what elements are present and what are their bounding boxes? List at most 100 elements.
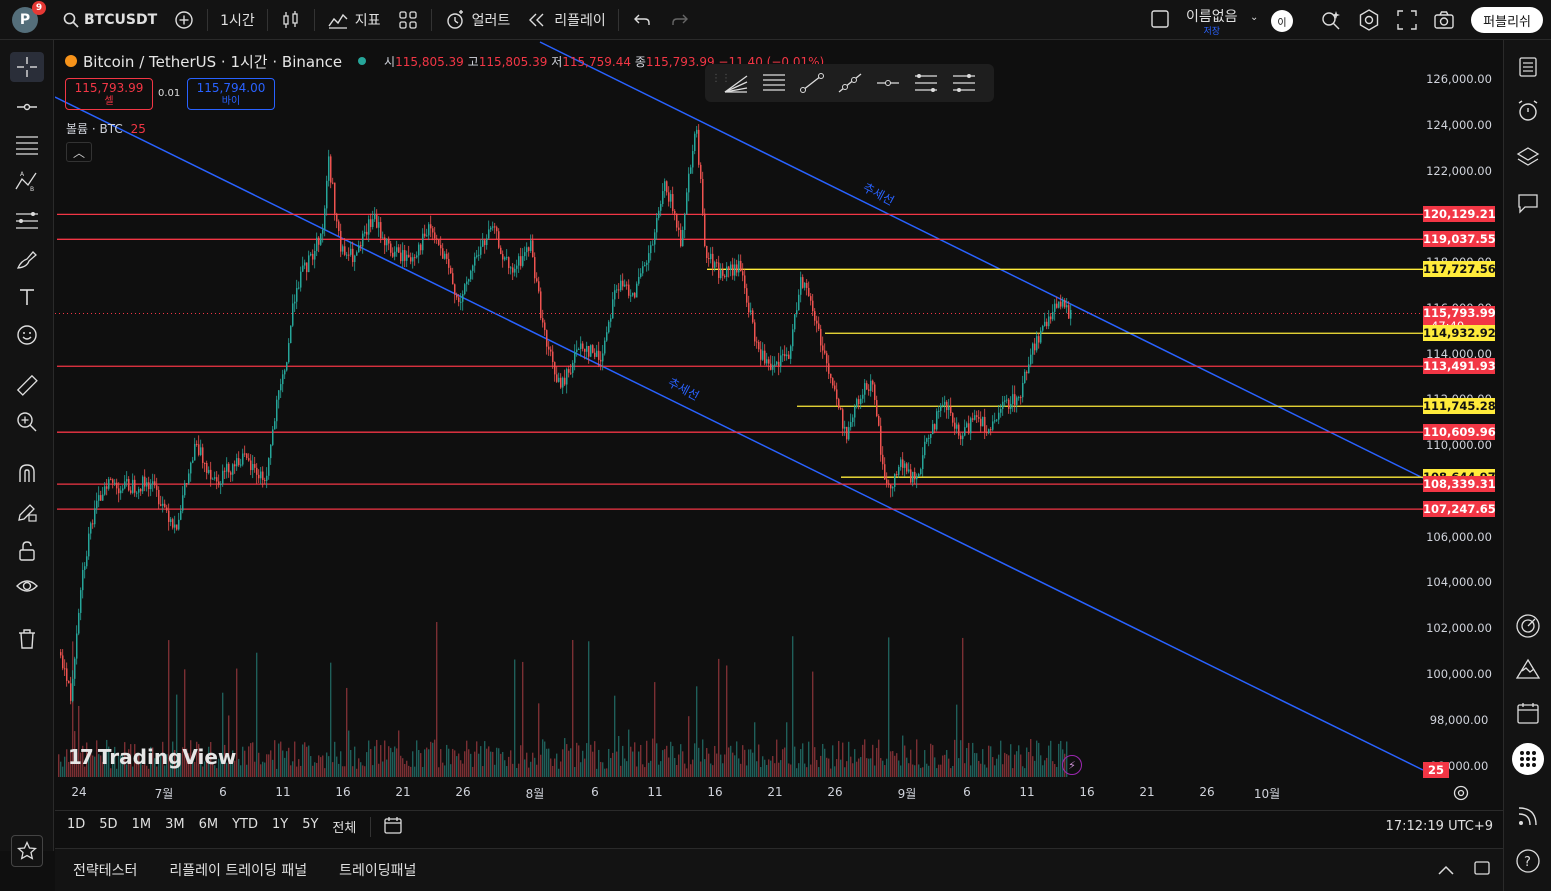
publish-button[interactable]: 퍼블리쉬 [1471, 7, 1543, 33]
prediction-tool[interactable] [10, 206, 44, 236]
layout-checkbox[interactable] [1150, 9, 1170, 33]
price-level-label[interactable]: 117,727.56 [1423, 261, 1496, 278]
interval-button[interactable]: 1시간 [212, 0, 263, 40]
range-button[interactable]: YTD [232, 817, 258, 836]
fullscreen-button[interactable] [1396, 9, 1418, 35]
volume-bar [984, 764, 986, 777]
favorites-button[interactable] [11, 835, 43, 867]
candle-body [1004, 400, 1006, 402]
price-level-label[interactable]: 108,339.31 [1423, 476, 1496, 493]
compare-button[interactable] [165, 0, 203, 40]
layout-name-button[interactable]: 이름없음 저장 [1186, 6, 1238, 37]
fib-tool[interactable] [10, 130, 44, 160]
remove-drawings-tool[interactable] [10, 624, 44, 654]
brush-tool[interactable] [10, 245, 44, 275]
signals-button[interactable] [1513, 801, 1543, 831]
undo-button[interactable] [623, 0, 661, 40]
chats-button[interactable] [1513, 188, 1543, 218]
price-level-label[interactable]: 110,609.96 [1423, 424, 1496, 441]
lock-all-tool[interactable] [10, 536, 44, 566]
crosshair-tool[interactable] [10, 52, 44, 82]
volume-bar [906, 757, 908, 777]
emoji-tool[interactable] [10, 320, 44, 350]
replay-button[interactable]: 리플레이 [518, 0, 614, 40]
watchlist-button[interactable] [1513, 52, 1543, 82]
object-tree-button[interactable] [1513, 142, 1543, 172]
ray-button[interactable] [831, 69, 869, 97]
volume-bar [280, 741, 282, 777]
symbol-search[interactable]: BTCUSDT [52, 0, 165, 40]
volume-bar [964, 763, 966, 777]
volume-legend[interactable]: 볼륨 · BTC 25 [66, 120, 146, 137]
drag-handle-icon[interactable]: ⋮⋮ [711, 74, 731, 84]
chart-type-button[interactable] [272, 0, 310, 40]
measure-tool[interactable] [10, 370, 44, 400]
bottom-panel-tab[interactable]: 리플레이 트레이딩 패널 [169, 860, 307, 880]
ideas-button[interactable] [1513, 611, 1543, 641]
pattern-tool[interactable]: AB [10, 166, 44, 196]
apps-button[interactable] [1512, 743, 1544, 775]
price-level-label[interactable]: 107,247.65 [1423, 501, 1496, 518]
sell-button[interactable]: 115,793.99 셀 [65, 78, 153, 110]
collapse-legend-button[interactable]: ︿ [66, 142, 92, 162]
range-button[interactable]: 1Y [272, 817, 288, 836]
volume-bar [296, 766, 298, 777]
fib-levels-button[interactable] [755, 69, 793, 97]
price-level-label[interactable]: 114,932.92 [1423, 325, 1496, 342]
user-avatar[interactable]: P 9 [12, 0, 46, 33]
indicators-button[interactable]: 지표 [319, 0, 389, 40]
horizontal-line-tool[interactable] [10, 92, 44, 122]
candle-body [758, 342, 760, 350]
volume-bar [854, 749, 856, 777]
range-button[interactable]: 5D [99, 817, 117, 836]
range-button[interactable]: 6M [199, 817, 219, 836]
alert-button[interactable]: 얼러트 [436, 0, 519, 40]
timezone-clock[interactable]: 17:12:19 UTC+9 [1386, 819, 1493, 834]
chart-pane[interactable]: 추세선 추세선 [55, 40, 1503, 810]
zoom-tool[interactable] [10, 407, 44, 437]
streams-button[interactable] [1513, 654, 1543, 684]
price-level-label[interactable]: 119,037.55 [1423, 231, 1496, 248]
volume-bar [896, 753, 898, 777]
range-button[interactable]: 전체 [332, 817, 356, 836]
buy-button[interactable]: 115,794.00 바이 [187, 78, 275, 110]
quick-search-button[interactable] [1320, 9, 1342, 35]
redo-button[interactable] [661, 0, 699, 40]
bottom-panel-tab[interactable]: 트레이딩패널 [339, 860, 416, 880]
horizontal-ray-button[interactable] [869, 69, 907, 97]
go-to-date-button[interactable] [383, 815, 403, 839]
candle-body [826, 353, 828, 364]
calendar-button[interactable] [1513, 698, 1543, 728]
settings-button[interactable] [1358, 9, 1380, 35]
range-button[interactable]: 5Y [302, 817, 318, 836]
range-button[interactable]: 1M [132, 817, 152, 836]
axis-settings-button[interactable] [1452, 784, 1470, 806]
alerts-button[interactable] [1513, 96, 1543, 126]
help-button[interactable]: ? [1513, 846, 1543, 876]
magnet-tool[interactable] [10, 458, 44, 488]
range-button[interactable]: 3M [165, 817, 185, 836]
snapshot-button[interactable] [1433, 9, 1455, 35]
tradingview-logo[interactable]: 17 TradingView [68, 745, 236, 769]
user-badge[interactable]: 이 [1271, 10, 1293, 32]
price-level-label[interactable]: 113,491.93 [1423, 358, 1496, 375]
price-level-label[interactable]: 111,745.28 [1423, 398, 1496, 415]
parallel-channel-button[interactable] [907, 69, 945, 97]
lock-drawing-tool[interactable] [10, 497, 44, 527]
position-tool-button[interactable] [945, 69, 983, 97]
hide-drawings-tool[interactable] [10, 571, 44, 601]
price-level-label[interactable]: 120,129.21 [1423, 206, 1496, 223]
templates-button[interactable] [389, 0, 427, 40]
trend-line-button[interactable] [793, 69, 831, 97]
text-tool[interactable] [10, 282, 44, 312]
trendline-upper[interactable] [539, 41, 1424, 479]
lightning-icon[interactable]: ⚡ [1062, 755, 1082, 775]
bottom-panel-tab[interactable]: 전략테스터 [73, 860, 137, 880]
trendline-lower[interactable] [55, 96, 1424, 771]
range-button[interactable]: 1D [67, 817, 85, 836]
chevron-down-icon[interactable]: ⌄ [1250, 12, 1258, 23]
chart-canvas[interactable]: 추세선추세선 [55, 40, 1503, 810]
candle-body [958, 424, 960, 436]
maximize-panel-button[interactable] [1473, 860, 1491, 880]
expand-panel-button[interactable] [1437, 861, 1455, 880]
